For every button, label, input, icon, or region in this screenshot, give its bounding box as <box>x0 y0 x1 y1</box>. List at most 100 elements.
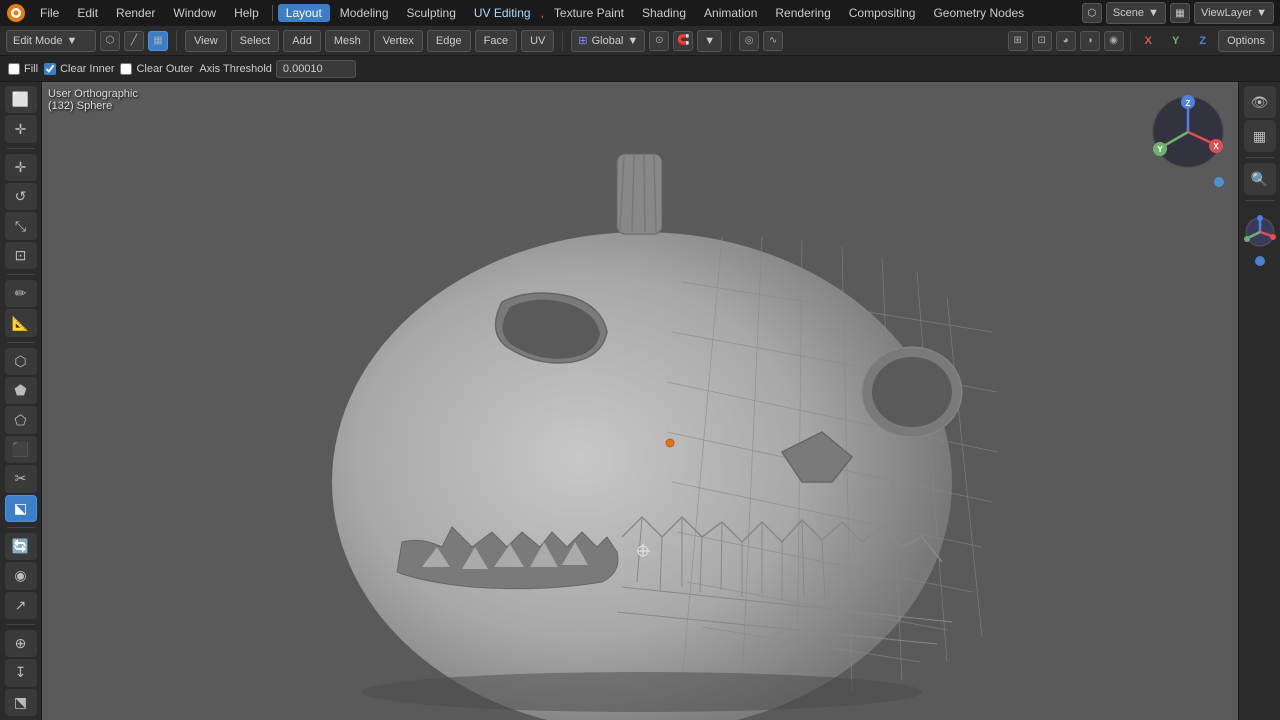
left-sidebar: ⬜ ✛ ✛ ↺ ⤡ ⊡ ✏ 📐 ⬡ ⬟ ⬠ ⬛ ✂ ⬕ 🔄 ◉ ↗ ⊕ ↧ ⬔ <box>0 82 42 720</box>
move-tool-btn[interactable]: ✛ <box>5 154 37 181</box>
viewport-canvas <box>42 82 1238 720</box>
knife-btn[interactable]: ✂ <box>5 465 37 492</box>
left-sep-3 <box>7 342 35 343</box>
bevel-tool-btn[interactable]: ⬠ <box>5 406 37 433</box>
clear-outer-checkbox-container[interactable]: Clear Outer <box>120 63 193 75</box>
clear-outer-label: Clear Outer <box>136 63 193 75</box>
fill-checkbox-container[interactable]: Fill <box>8 63 38 75</box>
clear-outer-checkbox[interactable] <box>120 63 132 75</box>
tab-layout[interactable]: Layout <box>278 4 330 22</box>
proportional-falloff[interactable]: ∿ <box>763 31 783 51</box>
axis-threshold-input[interactable] <box>276 60 356 78</box>
persp-dot[interactable] <box>1214 177 1224 187</box>
menu-uv[interactable]: UV <box>521 30 554 52</box>
push-pull-btn[interactable]: ⬔ <box>5 689 37 716</box>
tab-modeling[interactable]: Modeling <box>332 4 397 22</box>
options-btn[interactable]: Options <box>1218 30 1274 52</box>
snap-element[interactable]: ▼ <box>697 30 722 52</box>
left-sep-4 <box>7 527 35 528</box>
tab-rendering[interactable]: Rendering <box>767 4 838 22</box>
zoom-btn[interactable]: 🔍 <box>1244 163 1276 195</box>
scene-controls: ⬡ Scene ▼ ▦ ViewLayer ▼ <box>1082 2 1274 24</box>
rotate-tool-btn[interactable]: ↺ <box>5 183 37 210</box>
menu-window[interactable]: Window <box>165 4 224 22</box>
clear-inner-checkbox-container[interactable]: Clear Inner <box>44 63 114 75</box>
right-sep-1 <box>1246 157 1274 158</box>
clear-inner-label: Clear Inner <box>60 63 114 75</box>
svg-text:Z: Z <box>1186 99 1191 108</box>
persp-point[interactable] <box>1255 256 1265 266</box>
measure-tool-btn[interactable]: 📐 <box>5 309 37 336</box>
poly-build-btn[interactable]: ⬕ <box>5 495 37 522</box>
fill-label: Fill <box>24 63 38 75</box>
menu-edge[interactable]: Edge <box>427 30 471 52</box>
right-sep-2 <box>1246 200 1274 201</box>
scene-icon[interactable]: ⬡ <box>1082 3 1102 23</box>
proportional-editing[interactable]: ◎ <box>739 31 759 51</box>
view-layer-icon[interactable]: ▦ <box>1170 3 1190 23</box>
extrude-tool-btn[interactable]: ⬡ <box>5 348 37 375</box>
viewport-shading-solid[interactable]: ◕ <box>1056 31 1076 51</box>
fill-checkbox[interactable] <box>8 63 20 75</box>
viewport-shading-material[interactable]: ◑ <box>1080 31 1100 51</box>
tab-compositing[interactable]: Compositing <box>841 4 924 22</box>
smooth-btn[interactable]: ◉ <box>5 562 37 589</box>
z-axis-label[interactable]: Z <box>1191 30 1214 52</box>
tab-uv-editing[interactable]: UV Editing <box>466 4 539 22</box>
tab-texture-paint[interactable]: Texture Paint <box>546 4 632 22</box>
x-axis-label[interactable]: X <box>1137 30 1160 52</box>
vertex-select-icon[interactable]: ⬡ <box>100 31 120 51</box>
top-menu-bar: File Edit Render Window Help Layout Mode… <box>0 0 1280 26</box>
edge-select-icon[interactable]: ╱ <box>124 31 144 51</box>
face-select-icon[interactable]: ▦ <box>148 31 168 51</box>
cursor-tool-btn[interactable]: ✛ <box>5 115 37 142</box>
toolbar-row: Edit Mode ▼ ⬡ ╱ ▦ View Select Add Mesh V… <box>0 26 1280 56</box>
annotate-tool-btn[interactable]: ✏ <box>5 280 37 307</box>
overlay-btn[interactable]: ▦ <box>1244 120 1276 152</box>
menu-view[interactable]: View <box>185 30 227 52</box>
scene-name[interactable]: Scene ▼ <box>1106 2 1166 24</box>
overlay-icon[interactable]: ⊞ <box>1008 31 1028 51</box>
menu-sep-1 <box>272 5 273 21</box>
loop-cut-btn[interactable]: ⬛ <box>5 436 37 463</box>
shrink-btn[interactable]: ↧ <box>5 659 37 686</box>
nav-gizmo-overlay[interactable]: Z X Y <box>1148 92 1228 172</box>
menu-vertex[interactable]: Vertex <box>374 30 423 52</box>
operator-bar: Fill Clear Inner Clear Outer Axis Thresh… <box>0 56 1280 82</box>
menu-edit[interactable]: Edit <box>69 4 106 22</box>
menu-render[interactable]: Render <box>108 4 163 22</box>
menu-help[interactable]: Help <box>226 4 267 22</box>
menu-add[interactable]: Add <box>283 30 321 52</box>
shear-btn[interactable]: ⊕ <box>5 630 37 657</box>
menu-mesh[interactable]: Mesh <box>325 30 370 52</box>
viewport[interactable]: User Orthographic (132) Sphere Z X Y <box>42 82 1238 720</box>
tab-shading[interactable]: Shading <box>634 4 694 22</box>
viewport-display-btn[interactable]: 👁 <box>1244 86 1276 118</box>
y-axis-label[interactable]: Y <box>1164 30 1187 52</box>
menu-face[interactable]: Face <box>475 30 517 52</box>
tab-sculpting[interactable]: Sculpting <box>399 4 464 22</box>
edge-slide-btn[interactable]: ↗ <box>5 592 37 619</box>
left-sep-5 <box>7 624 35 625</box>
transform-tool-btn[interactable]: ⊡ <box>5 242 37 269</box>
snap-toggle[interactable]: 🧲 <box>673 31 693 51</box>
spin-btn[interactable]: 🔄 <box>5 533 37 560</box>
transform-orientation[interactable]: ⊞ Global ▼ <box>571 30 645 52</box>
gizmo-icon[interactable]: ⊡ <box>1032 31 1052 51</box>
left-sep-2 <box>7 274 35 275</box>
scale-tool-btn[interactable]: ⤡ <box>5 212 37 239</box>
axis-threshold-label: Axis Threshold <box>199 63 272 75</box>
clear-inner-checkbox[interactable] <box>44 63 56 75</box>
edit-mode-selector[interactable]: Edit Mode ▼ <box>6 30 96 52</box>
tab-animation[interactable]: Animation <box>696 4 765 22</box>
menu-select[interactable]: Select <box>231 30 280 52</box>
tab-geometry-nodes[interactable]: Geometry Nodes <box>925 4 1032 22</box>
blender-logo-icon[interactable] <box>6 3 26 23</box>
pivot-point-icon[interactable]: ⊙ <box>649 31 669 51</box>
view-layer-name[interactable]: ViewLayer ▼ <box>1194 2 1274 24</box>
select-tool-btn[interactable]: ⬜ <box>5 86 37 113</box>
gizmo-widget[interactable] <box>1242 214 1278 250</box>
menu-file[interactable]: File <box>32 4 67 22</box>
viewport-shading-render[interactable]: ◉ <box>1104 31 1124 51</box>
inset-tool-btn[interactable]: ⬟ <box>5 377 37 404</box>
